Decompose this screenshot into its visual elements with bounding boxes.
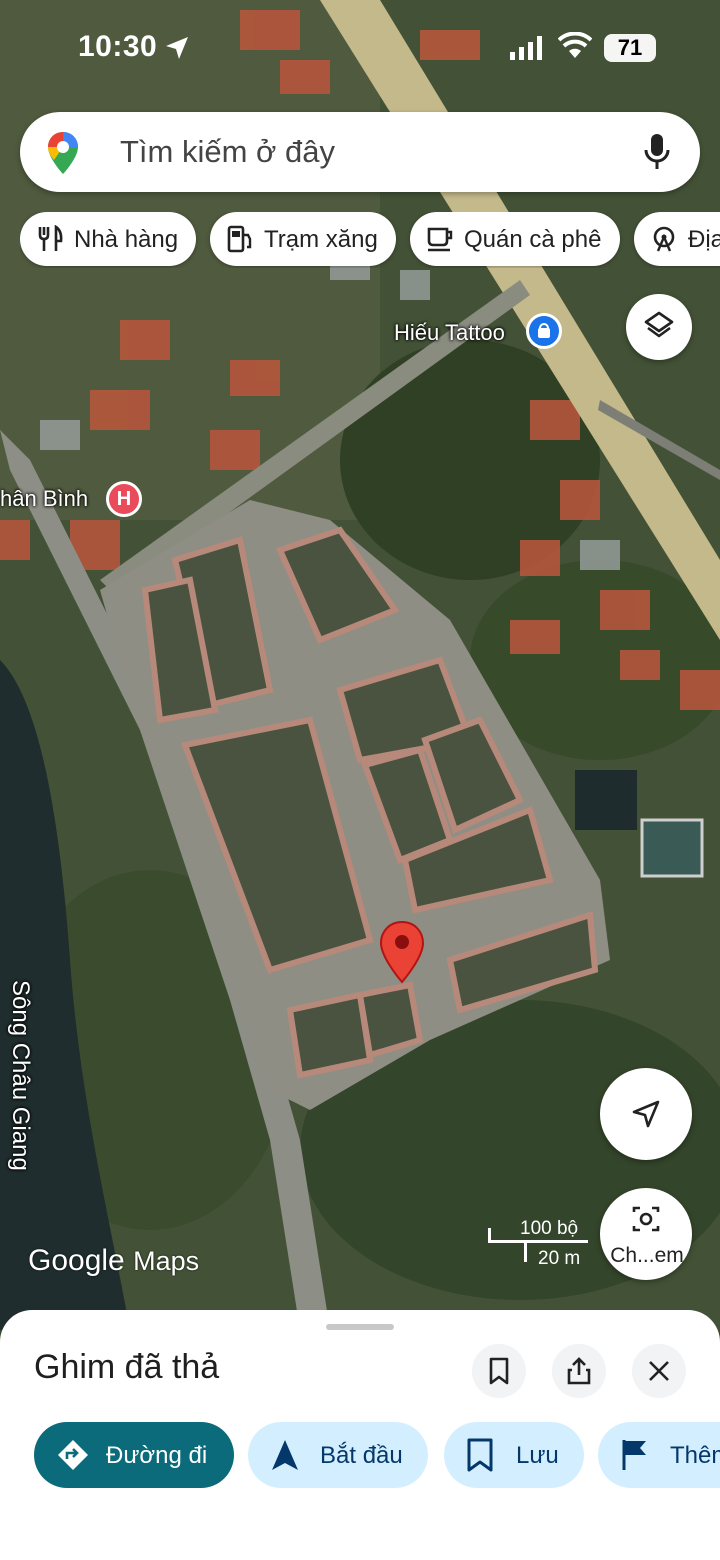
camera-button-label: Ch...em — [610, 1244, 684, 1267]
place-bottom-sheet[interactable]: Ghim đã thả Đường đi Bắt đầu Lưu Thê — [0, 1310, 720, 1560]
bookmark-icon — [467, 1438, 493, 1472]
share-icon — [567, 1357, 591, 1385]
chip-coffee[interactable]: Quán cà phê — [410, 212, 620, 266]
start-button[interactable]: Bắt đầu — [248, 1422, 428, 1488]
navigation-arrow-outline-icon — [632, 1100, 660, 1128]
sheet-title: Ghim đã thả — [34, 1348, 220, 1386]
category-chips: Nhà hàng Trạm xăng Quán cà phê Địa — [20, 212, 720, 268]
flag-icon — [622, 1440, 646, 1470]
chip-label: Trạm xăng — [264, 226, 378, 253]
ferris-wheel-icon — [653, 226, 675, 252]
microphone-icon[interactable] — [644, 132, 670, 172]
my-location-button[interactable] — [600, 1068, 692, 1160]
action-label: Lưu — [516, 1442, 559, 1469]
google-maps-pin-icon — [48, 132, 78, 174]
action-label: Bắt đầu — [320, 1442, 403, 1469]
battery-indicator: 71 — [604, 34, 656, 62]
dropped-pin-icon[interactable] — [378, 920, 426, 986]
close-button[interactable] — [632, 1344, 686, 1398]
chip-label: Địa — [688, 226, 720, 253]
wifi-icon — [558, 32, 592, 58]
fork-knife-icon — [38, 225, 63, 251]
save-icon-button[interactable] — [472, 1344, 526, 1398]
satellite-map[interactable]: Hiếu Tattoo hân Bình H Sông Châu Giang C… — [0, 0, 720, 1330]
chip-restaurants[interactable]: Nhà hàng — [20, 212, 196, 266]
coffee-cup-icon — [427, 227, 453, 252]
search-input[interactable]: Tìm kiếm ở đây — [120, 134, 335, 170]
action-buttons-row: Đường đi Bắt đầu Lưu Thêm — [0, 1422, 720, 1492]
status-bar: 10:30 71 — [0, 0, 720, 100]
drag-handle[interactable] — [326, 1324, 394, 1330]
location-arrow-icon — [166, 37, 188, 59]
bookmark-icon — [489, 1357, 509, 1385]
more-button[interactable]: Thêm — [598, 1422, 720, 1488]
camera-icon — [632, 1206, 660, 1232]
share-button[interactable] — [552, 1344, 606, 1398]
chip-label: Quán cà phê — [464, 226, 602, 253]
layers-button[interactable] — [626, 294, 692, 360]
close-icon — [649, 1361, 669, 1381]
scale-imperial: 100 bộ — [520, 1218, 579, 1239]
directions-icon — [58, 1440, 88, 1470]
place-label-hieu-tattoo[interactable]: Hiếu Tattoo — [394, 320, 505, 346]
save-button[interactable]: Lưu — [444, 1422, 584, 1488]
google-maps-logo: Google Maps — [28, 1244, 200, 1277]
chip-gas-stations[interactable]: Trạm xăng — [210, 212, 396, 266]
scale-metric: 20 m — [538, 1248, 581, 1269]
river-label: Sông Châu Giang — [7, 980, 34, 1171]
camera-search-button[interactable]: Ch...em — [600, 1188, 692, 1280]
action-label: Thêm — [670, 1442, 720, 1469]
hospital-icon[interactable]: H — [106, 481, 142, 517]
layers-icon — [644, 311, 674, 338]
navigation-arrow-icon — [272, 1440, 298, 1470]
search-bar[interactable]: Tìm kiếm ở đây — [20, 112, 700, 192]
chip-attractions[interactable]: Địa — [634, 212, 720, 266]
gas-station-icon — [227, 225, 252, 253]
directions-button[interactable]: Đường đi — [34, 1422, 234, 1488]
status-time: 10:30 — [78, 30, 158, 63]
shopping-bag-icon[interactable] — [526, 313, 562, 349]
chip-label: Nhà hàng — [74, 226, 179, 253]
cellular-signal-icon — [510, 36, 542, 60]
place-label-hospital[interactable]: hân Bình — [0, 486, 88, 512]
map-scale: 100 bộ 20 m — [488, 1218, 588, 1269]
action-label: Đường đi — [106, 1442, 208, 1469]
